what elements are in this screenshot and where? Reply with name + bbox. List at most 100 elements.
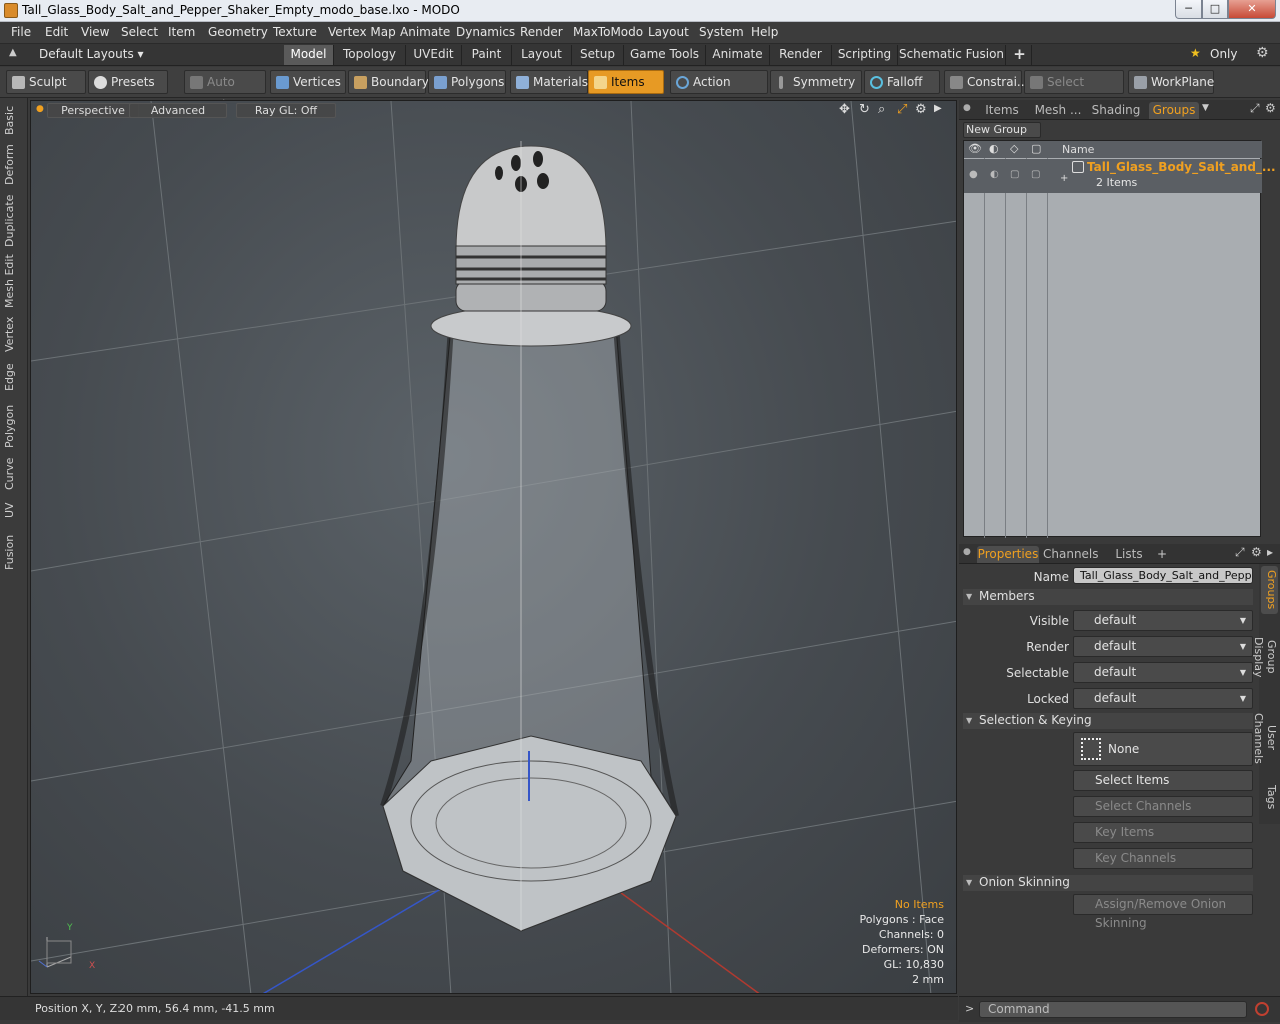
tab-render[interactable]: Render — [770, 45, 832, 65]
close-button[interactable]: ✕ — [1228, 0, 1276, 19]
tab-animate[interactable]: Animate — [706, 45, 770, 65]
viewport-settings-gear-icon[interactable]: ⚙ — [915, 102, 927, 117]
assign-onion-skinning-button[interactable]: Assign/Remove Onion Skinning — [1073, 894, 1253, 930]
tab-setup[interactable]: Setup — [572, 45, 624, 65]
panel-menu-dot-icon[interactable]: ● — [963, 103, 971, 113]
left-tab-polygon[interactable]: Polygon — [3, 402, 23, 450]
only-toggle[interactable]: Only — [1210, 47, 1238, 61]
visibility-eye-icon[interactable]: 👁 — [968, 142, 982, 155]
materials-button[interactable]: Materials — [510, 70, 588, 94]
menu-render[interactable]: Render — [520, 25, 563, 39]
menu-maxtomodo[interactable]: MaxToModo — [573, 25, 643, 39]
tab-items[interactable]: Items — [979, 102, 1025, 119]
tab-properties[interactable]: Properties — [977, 546, 1039, 563]
menu-dynamics[interactable]: Dynamics — [456, 25, 515, 39]
tab-model[interactable]: Model — [284, 45, 334, 65]
members-section[interactable]: Members — [963, 589, 1253, 605]
panel-gear-icon[interactable]: ⚙ — [1265, 101, 1276, 115]
auto-select-button[interactable]: Auto Select — [184, 70, 266, 112]
move-view-icon[interactable]: ✥ — [839, 102, 850, 117]
add-tab-button[interactable]: + — [1155, 546, 1169, 563]
side-tab-tags[interactable]: Tags — [1261, 782, 1278, 812]
add-layout-tab-button[interactable]: + — [1008, 45, 1032, 65]
tab-shading[interactable]: Shading — [1091, 102, 1141, 119]
advanced-dropdown[interactable]: Advanced — [129, 103, 227, 118]
maximize-panel-icon[interactable]: ⤢ — [1250, 101, 1260, 116]
props-gear-icon[interactable]: ⚙ — [1251, 545, 1262, 559]
side-tab-group-display[interactable]: Group Display — [1252, 620, 1278, 694]
polygons-button[interactable]: Polygons — [428, 70, 506, 94]
sculpt-button[interactable]: Sculpt — [6, 70, 86, 94]
vertices-button[interactable]: Vertices 1 — [270, 70, 346, 112]
row-select-icon[interactable]: ▢ — [1010, 169, 1019, 180]
selectable-dropdown[interactable]: default — [1073, 662, 1253, 683]
menu-help[interactable]: Help — [751, 25, 778, 39]
tab-topology[interactable]: Topology — [334, 45, 406, 65]
row-render-icon[interactable]: ◐ — [990, 169, 999, 180]
tab-scripting[interactable]: Scripting — [832, 45, 898, 65]
tab-lists[interactable]: Lists — [1109, 546, 1149, 563]
group-name-field[interactable]: Tall_Glass_Body_Salt_and_Pepper_ — [1073, 567, 1253, 584]
props-maximize-icon[interactable]: ⤢ — [1235, 545, 1245, 560]
menu-vertex-map[interactable]: Vertex Map — [328, 25, 396, 39]
key-channels-button[interactable]: Key Channels — [1073, 848, 1253, 869]
items-button[interactable]: Items — [588, 70, 664, 94]
workplane-button[interactable]: WorkPlane — [1128, 70, 1214, 94]
tab-paint[interactable]: Paint — [462, 45, 512, 65]
tabs-overflow-arrow-icon[interactable]: ▼ — [1202, 103, 1209, 113]
selection-keying-section[interactable]: Selection & Keying — [963, 713, 1253, 729]
menu-layout[interactable]: Layout — [648, 25, 689, 39]
props-panel-menu-dot-icon[interactable]: ● — [963, 547, 971, 557]
viewport-more-arrow-icon[interactable]: ▶ — [934, 103, 942, 114]
name-column-header[interactable]: Name — [1062, 143, 1094, 156]
select-items-button[interactable]: Select Items — [1073, 770, 1253, 791]
menu-edit[interactable]: Edit — [45, 25, 68, 39]
symmetry-button[interactable]: Symmetry — [770, 70, 862, 94]
constraints-button[interactable]: Constrai... — [944, 70, 1028, 94]
command-input[interactable]: Command — [979, 1001, 1247, 1018]
tab-layout[interactable]: Layout — [512, 45, 572, 65]
collapse-arrow-icon[interactable]: ▲ — [9, 47, 17, 58]
menu-geometry[interactable]: Geometry — [208, 25, 268, 39]
lock-icon[interactable]: ▢ — [1031, 142, 1041, 155]
left-tab-fusion[interactable]: Fusion — [3, 532, 23, 572]
record-icon[interactable] — [1255, 1002, 1269, 1016]
gear-icon[interactable]: ⚙ — [1256, 45, 1269, 61]
rotate-view-icon[interactable]: ↻ — [859, 102, 870, 117]
onion-skinning-section[interactable]: Onion Skinning — [963, 875, 1253, 891]
action-center-button[interactable]: Action Center — [670, 70, 768, 112]
boundary-button[interactable]: Boundary — [348, 70, 429, 94]
row-eye-icon[interactable]: ● — [969, 169, 978, 180]
select-channels-button[interactable]: Select Channels — [1073, 796, 1253, 817]
render-icon[interactable]: ◐ — [989, 142, 999, 155]
left-tab-duplicate[interactable]: Duplicate — [3, 194, 23, 248]
left-tab-basic[interactable]: Basic — [3, 102, 23, 138]
left-tab-edge[interactable]: Edge — [3, 360, 23, 394]
side-tab-user-channels[interactable]: User Channels — [1252, 700, 1278, 776]
viewport-menu-dot-icon[interactable]: ● — [36, 104, 44, 114]
presets-button[interactable]: Presets — [88, 70, 168, 94]
maximize-button[interactable]: □ — [1202, 0, 1228, 19]
tab-groups[interactable]: Groups — [1149, 102, 1199, 119]
left-tab-curve[interactable]: Curve — [3, 456, 23, 492]
row-lock-icon[interactable]: ▢ — [1031, 169, 1040, 180]
left-tab-vertex[interactable]: Vertex — [3, 316, 23, 352]
fit-view-icon[interactable]: ⤢ — [897, 102, 907, 117]
new-group-button[interactable]: New Group — [963, 122, 1041, 138]
key-items-button[interactable]: Key Items — [1073, 822, 1253, 843]
menu-texture[interactable]: Texture — [273, 25, 317, 39]
raygl-dropdown[interactable]: Ray GL: Off — [236, 103, 336, 118]
menu-view[interactable]: View — [81, 25, 109, 39]
menu-file[interactable]: File — [11, 25, 31, 39]
left-tab-mesh-edit[interactable]: Mesh Edit — [3, 254, 23, 308]
menu-select[interactable]: Select — [121, 25, 158, 39]
locked-dropdown[interactable]: default — [1073, 688, 1253, 709]
left-tab-uv[interactable]: UV — [3, 500, 23, 520]
tab-mesh[interactable]: Mesh ... — [1031, 102, 1085, 119]
menu-system[interactable]: System — [699, 25, 744, 39]
tab-game-tools[interactable]: Game Tools — [624, 45, 706, 65]
side-tab-groups[interactable]: Groups — [1261, 566, 1278, 614]
tab-channels[interactable]: Channels — [1043, 546, 1099, 563]
falloff-button[interactable]: Falloff — [864, 70, 940, 94]
menu-item[interactable]: Item — [168, 25, 195, 39]
